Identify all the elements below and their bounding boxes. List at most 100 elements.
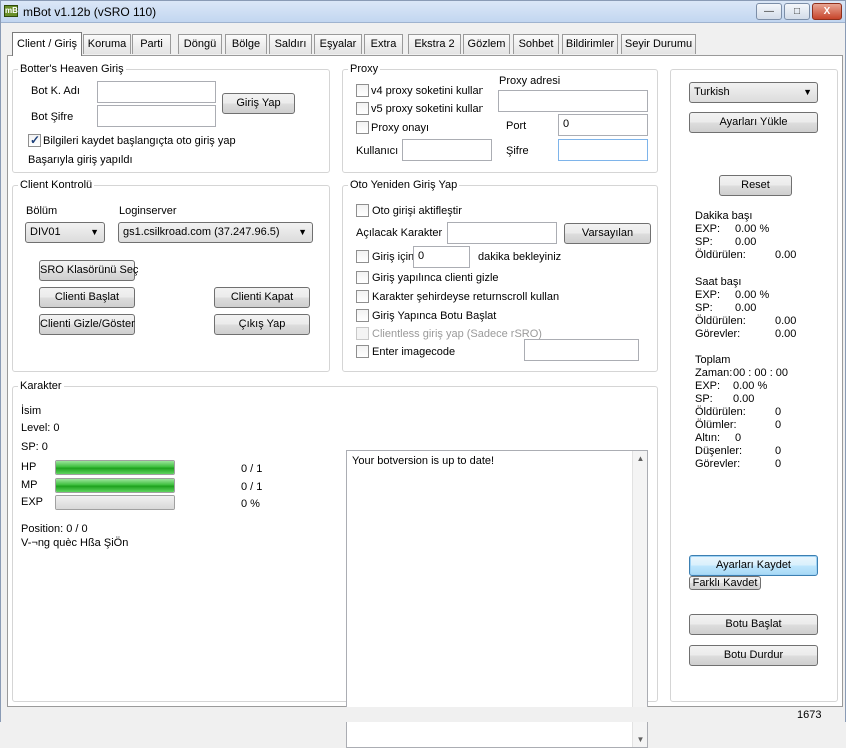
per-minute-sp-label: SP: [695, 236, 713, 248]
proxy-v5-checkbox[interactable] [356, 102, 369, 115]
password-input[interactable] [97, 105, 216, 127]
total-killed-label: Öldürülen: [695, 406, 746, 418]
division-select[interactable]: DIV01 ▼ [25, 222, 105, 243]
start-bot-on-login-label: Giriş Yapınca Botu Başlat [372, 310, 497, 322]
password-label: Bot Şifre [31, 111, 74, 123]
login-status-text: Başarıyla giriş yapıldı [28, 154, 133, 166]
tab-parti[interactable]: Parti [132, 34, 171, 54]
per-hour-exp-value: 0.00 % [735, 289, 770, 301]
proxy-v4-label: v4 proxy soketini kullan [371, 85, 483, 97]
character-select-input[interactable] [447, 222, 557, 244]
per-minute-killed-label: Öldürülen: [695, 249, 746, 261]
client-control-title: Client Kontrolü [18, 179, 95, 191]
maximize-button[interactable]: □ [784, 3, 810, 20]
proxy-confirm-checkbox[interactable] [356, 121, 369, 134]
login-wait-checkbox[interactable] [356, 250, 369, 263]
total-time-label: Zaman: [695, 367, 733, 379]
total-drops-label: Düşenler: [695, 445, 743, 457]
reset-button[interactable]: Reset [719, 175, 792, 196]
log-textarea[interactable]: Your botversion is up to date! ▲ ▼ [346, 450, 648, 748]
per-hour-quests-value: 0.00 [775, 328, 797, 340]
tab-saldiri[interactable]: Saldırı [269, 34, 312, 54]
start-bot-button[interactable]: Botu Başlat [689, 614, 818, 635]
auto-login-enable-checkbox[interactable] [356, 204, 369, 217]
total-title: Toplam [695, 354, 731, 366]
tab-client-giris[interactable]: Client / Giriş [12, 32, 82, 56]
hp-bar [55, 460, 175, 475]
minimize-button[interactable]: — [756, 3, 782, 20]
total-deaths-value: 0 [775, 419, 782, 431]
loginserver-label: Loginserver [119, 205, 177, 217]
tab-extra[interactable]: Extra [364, 34, 403, 54]
login-wait-suffix: dakika bekleyiniz [478, 251, 562, 263]
per-hour-sp-label: SP: [695, 302, 713, 314]
character-level: Level: 0 [21, 422, 60, 434]
proxy-address-input[interactable] [498, 90, 648, 112]
per-minute-exp-label: EXP: [695, 223, 721, 235]
exit-button[interactable]: Çıkış Yap [214, 314, 310, 335]
hide-client-checkbox[interactable] [356, 271, 369, 284]
per-minute-exp-value: 0.00 % [735, 223, 770, 235]
tab-gozlem[interactable]: Gözlem [463, 34, 510, 54]
total-killed-value: 0 [775, 406, 782, 418]
log-scrollbar[interactable]: ▲ ▼ [632, 451, 647, 747]
default-button[interactable]: Varsayılan [564, 223, 651, 244]
start-bot-on-login-checkbox[interactable] [356, 309, 369, 322]
proxy-address-label: Proxy adresi [499, 75, 561, 87]
total-quests-label: Görevler: [695, 458, 741, 470]
scroll-down-icon[interactable]: ▼ [633, 732, 648, 747]
tab-esyalar[interactable]: Eşyalar [314, 34, 362, 54]
main-window: mB mBot v1.12b (vSRO 110) — □ X Client /… [0, 0, 846, 748]
proxy-user-input[interactable] [402, 139, 492, 161]
chevron-down-icon: ▼ [298, 227, 307, 237]
start-client-button[interactable]: Clienti Başlat [39, 287, 135, 308]
loginserver-value: gs1.csilkroad.com (37.247.96.5) [123, 226, 280, 238]
returnscroll-checkbox[interactable] [356, 290, 369, 303]
division-label: Bölüm [26, 205, 58, 217]
login-wait-input[interactable]: 0 [413, 246, 470, 268]
tab-dongu[interactable]: Döngü [178, 34, 222, 54]
tab-bildirimler[interactable]: Bildirimler [562, 34, 618, 54]
select-sro-folder-button[interactable]: SRO Klasörünü Seç [39, 260, 138, 281]
imagecode-checkbox[interactable] [356, 345, 369, 358]
total-sp-value: 0.00 [733, 393, 755, 405]
stop-bot-button[interactable]: Botu Durdur [689, 645, 818, 666]
tab-sohbet[interactable]: Sohbet [513, 34, 559, 54]
scroll-up-icon[interactable]: ▲ [633, 451, 648, 466]
tab-seyir-durumu[interactable]: Seyir Durumu [621, 34, 696, 54]
per-minute-sp-value: 0.00 [735, 236, 757, 248]
imagecode-input[interactable] [524, 339, 639, 361]
save-as-button[interactable]: Farklı Kavdet [689, 576, 761, 590]
clientless-checkbox [356, 327, 369, 340]
title-bar[interactable]: mB mBot v1.12b (vSRO 110) — □ X [1, 1, 845, 23]
proxy-v4-checkbox[interactable] [356, 84, 369, 97]
language-select[interactable]: Turkish ▼ [689, 82, 818, 103]
hide-show-client-button[interactable]: Clienti Gizle/Göster [39, 314, 135, 335]
save-settings-button[interactable]: Ayarları Kaydet [689, 555, 818, 576]
tab-ekstra-2[interactable]: Ekstra 2 [408, 34, 461, 54]
username-label: Bot K. Adı [31, 85, 80, 97]
auto-relogin-title: Oto Yeniden Giriş Yap [348, 179, 460, 191]
tab-koruma[interactable]: Koruma [83, 34, 131, 54]
username-input[interactable] [97, 81, 216, 103]
loginserver-select[interactable]: gs1.csilkroad.com (37.247.96.5) ▼ [118, 222, 313, 243]
proxy-port-label: Port [506, 120, 527, 132]
per-minute-killed-value: 0.00 [775, 249, 797, 261]
login-button[interactable]: Giriş Yap [222, 93, 295, 114]
per-minute-title: Dakika başı [695, 210, 753, 222]
proxy-password-label: Şifre [506, 145, 529, 157]
total-quests-value: 0 [775, 458, 782, 470]
remember-checkbox[interactable] [28, 133, 41, 147]
window-title: mBot v1.12b (vSRO 110) [23, 5, 157, 19]
proxy-port-input[interactable]: 0 [558, 114, 648, 136]
mp-bar-fill [56, 479, 174, 492]
close-client-button[interactable]: Clienti Kapat [214, 287, 310, 308]
load-settings-button[interactable]: Ayarları Yükle [689, 112, 818, 133]
mp-bar [55, 478, 175, 493]
total-time-value: 00 : 00 : 00 [733, 367, 789, 379]
close-button[interactable]: X [812, 3, 842, 20]
login-group-title: Botter's Heaven Giriş [18, 63, 126, 75]
auto-login-enable-label: Oto girişi aktifleştir [372, 205, 462, 217]
tab-bolge[interactable]: Bölge [225, 34, 267, 54]
proxy-password-input[interactable] [558, 139, 648, 161]
